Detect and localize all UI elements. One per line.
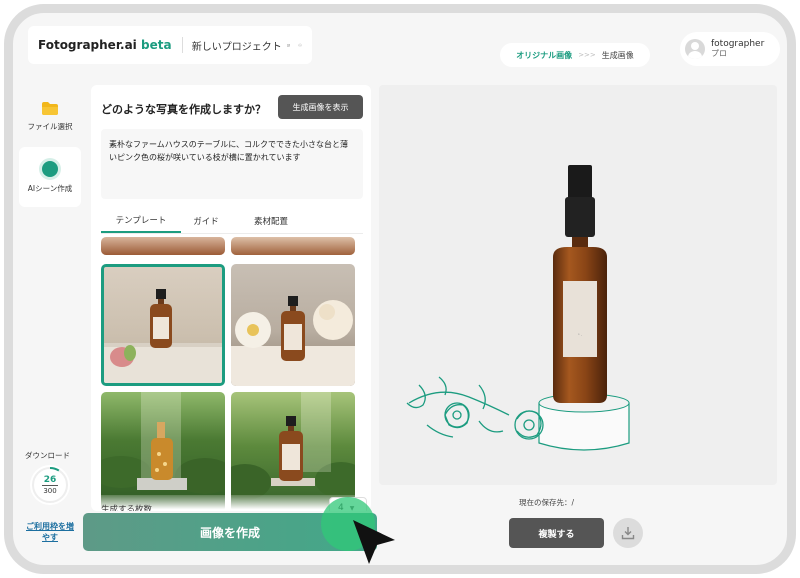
project-name[interactable]: 新しいプロジェクト	[192, 38, 282, 53]
save-location-path: /	[571, 498, 575, 507]
sidebar-item-label: AIシーン作成	[27, 183, 73, 193]
project-header: Fotographer.ai beta 新しいプロジェクト	[28, 26, 312, 64]
template-image-flowers-bottle	[231, 296, 355, 386]
tabs-divider	[101, 233, 363, 234]
template-thumbnail[interactable]	[231, 264, 355, 386]
panel-tabs: テンプレート ガイド 素材配置	[101, 209, 363, 233]
template-image-forest-serum	[101, 392, 225, 494]
template-image-forest-bottle	[231, 392, 355, 500]
brand-logo: Fotographer.ai beta	[38, 38, 172, 52]
product-preview-image: ° ·	[406, 165, 630, 451]
generated-image-option[interactable]: 生成画像	[602, 50, 634, 61]
svg-text:° ·: ° ·	[578, 333, 583, 338]
avatar	[685, 39, 705, 59]
template-thumbnail-selected[interactable]	[101, 264, 225, 386]
template-grid	[101, 237, 365, 511]
scene-settings-panel: どのような写真を作成しますか？ 生成画像を表示 素朴なファームハウスのテーブルに…	[91, 85, 371, 511]
show-generated-button[interactable]: 生成画像を表示	[278, 95, 363, 119]
mouse-cursor-icon	[353, 520, 395, 564]
prompt-textarea[interactable]: 素朴なファームハウスのテーブルに、コルクでできた小さな台と薄いピンク色の桜が咲い…	[101, 129, 363, 199]
tab-material-placement[interactable]: 素材配置	[231, 209, 311, 233]
toggle-arrow-icon: >>>	[578, 51, 596, 59]
template-thumbnail[interactable]	[101, 237, 225, 255]
edit-icon[interactable]	[286, 39, 290, 52]
folder-icon	[42, 102, 58, 115]
sidebar-item-ai-scene[interactable]: AIシーン作成	[19, 147, 81, 207]
quota-divider	[42, 485, 58, 486]
increase-quota-link[interactable]: ご利用枠を増やす	[25, 521, 75, 543]
sidebar-item-file-select[interactable]: ファイル選択	[19, 91, 81, 143]
panel-title: どのような写真を作成しますか？	[101, 103, 266, 116]
template-thumbnail[interactable]	[231, 392, 355, 511]
image-view-toggle[interactable]: オリジナル画像 >>> 生成画像	[500, 43, 650, 67]
preview-canvas: ° ·	[379, 85, 777, 485]
app-stage: Fotographer.ai beta 新しいプロジェクト オリジナル画像 >>…	[13, 13, 787, 565]
save-location: 現在の保存先：/	[519, 498, 575, 507]
template-thumbnail[interactable]	[101, 392, 225, 511]
image-count-label: 生成する枚数	[101, 505, 153, 511]
download-remaining: 26	[43, 475, 57, 485]
sidebar-item-label: ファイル選択	[27, 122, 73, 131]
download-button[interactable]	[613, 518, 643, 548]
tab-guide[interactable]: ガイド	[181, 209, 231, 233]
template-image-table-bottle	[104, 289, 222, 383]
download-icon	[621, 527, 635, 540]
template-thumbnail[interactable]	[231, 237, 355, 255]
ai-scene-icon	[42, 160, 58, 177]
download-total: 300	[43, 487, 57, 495]
cloud-saved-icon	[298, 43, 302, 47]
original-image-option[interactable]: オリジナル画像	[516, 50, 572, 61]
user-menu[interactable]: fotographer プロ	[680, 32, 780, 66]
download-quota-ring: 26 300	[30, 465, 70, 505]
device-frame: Fotographer.ai beta 新しいプロジェクト オリジナル画像 >>…	[4, 4, 796, 574]
download-quota-label: ダウンロード	[25, 451, 70, 460]
tab-template[interactable]: テンプレート	[101, 209, 181, 233]
duplicate-button[interactable]: 複製する	[509, 518, 604, 548]
user-plan: プロ	[711, 48, 727, 58]
flower-illustration	[406, 376, 544, 440]
